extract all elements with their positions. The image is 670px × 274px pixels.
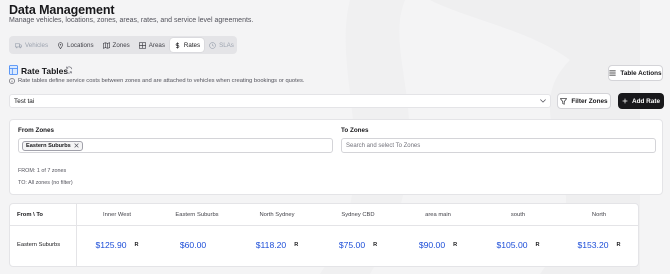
column-header: area main xyxy=(425,212,451,218)
rate-badge: R xyxy=(134,242,139,248)
rate-cell[interactable]: $60.00 xyxy=(180,240,214,250)
grid-icon xyxy=(138,41,146,49)
tab-slas-label: SLAs xyxy=(219,41,234,49)
truck-icon xyxy=(15,42,22,48)
tab-vehicles-label: Vehicles xyxy=(25,41,49,49)
rate-cell[interactable]: $75.00 R xyxy=(339,240,377,250)
rate-badge: R xyxy=(616,242,621,248)
plus-icon xyxy=(622,98,628,104)
rates-grid: From \ To Inner West Eastern Suburbs Nor… xyxy=(9,203,639,267)
zone-chip: Eastern Suburbs xyxy=(22,140,83,151)
table-icon xyxy=(9,65,18,75)
rate-cell[interactable]: $125.90 R xyxy=(95,240,138,250)
table-actions-button[interactable]: Table Actions xyxy=(608,65,663,81)
filter-icon xyxy=(560,97,568,105)
tab-areas-label: Areas xyxy=(148,41,165,49)
info-icon xyxy=(9,78,15,84)
row-header: Eastern Suburbs xyxy=(17,242,61,248)
rate-cell[interactable]: $105.00 R xyxy=(496,240,539,250)
tab-zones[interactable]: Zones xyxy=(99,38,134,52)
close-icon[interactable] xyxy=(74,143,79,148)
rate-tables-description: Rate tables define service costs between… xyxy=(9,78,304,84)
column-header: North Sydney xyxy=(259,212,295,218)
rate-price: $118.20 xyxy=(255,240,287,250)
tab-bar: Vehicles Locations Zones Areas Rates SLA… xyxy=(9,36,237,54)
rate-badge: R xyxy=(453,242,458,248)
tab-zones-label: Zones xyxy=(112,41,130,49)
rate-badge: R xyxy=(294,242,299,248)
page-title: Data Management xyxy=(9,3,115,17)
rate-tables-description-text: Rate tables define service costs between… xyxy=(18,78,305,84)
from-zone-count: FROM: 1 of 7 zones xyxy=(18,168,67,174)
column-header: Eastern Suburbs xyxy=(175,212,219,218)
column-header: Inner West xyxy=(103,212,131,218)
rate-table-select-value: Test tai xyxy=(14,97,35,105)
rate-table-select[interactable]: Test tai xyxy=(9,94,551,108)
column-header: Sydney CBD xyxy=(341,212,375,218)
tab-areas[interactable]: Areas xyxy=(135,38,169,52)
to-zones-label: To Zones xyxy=(341,127,369,134)
add-rate-label: Add Rate xyxy=(631,97,661,105)
tab-rates-label: Rates xyxy=(183,41,201,49)
to-zone-count: TO: All zones (no filter) xyxy=(18,180,73,186)
rates-grid-corner-label: From \ To xyxy=(17,212,43,218)
tab-locations-label: Locations xyxy=(67,41,94,49)
tab-rates[interactable]: Rates xyxy=(169,38,205,52)
table-actions-label: Table Actions xyxy=(620,69,662,77)
map-icon xyxy=(102,41,110,49)
page-subtitle: Manage vehicles, locations, zones, areas… xyxy=(9,17,254,24)
to-zones-placeholder: Search and select To Zones xyxy=(346,142,421,149)
rate-tables-title: Rate Tables xyxy=(21,66,69,76)
zone-filter-panel: From Zones To Zones Eastern Suburbs Sear… xyxy=(9,119,663,195)
column-header: south xyxy=(510,212,526,218)
refresh-icon[interactable] xyxy=(65,66,73,74)
dollar-icon xyxy=(175,41,180,49)
rate-price: $153.20 xyxy=(577,240,609,250)
chevron-down-icon xyxy=(540,99,546,103)
from-zones-input[interactable]: Eastern Suburbs xyxy=(18,138,333,153)
rate-badge: R xyxy=(535,242,540,248)
rate-price: $125.90 xyxy=(95,240,127,250)
add-rate-button[interactable]: Add Rate xyxy=(618,93,664,109)
rate-badge: R xyxy=(373,242,378,248)
map-pin-icon xyxy=(58,41,63,49)
rate-cell[interactable]: $90.00 R xyxy=(419,240,457,250)
menu-icon xyxy=(609,70,617,76)
rate-price: $75.00 xyxy=(338,240,366,250)
from-zones-label: From Zones xyxy=(18,127,55,134)
rate-price: $90.00 xyxy=(418,240,446,250)
rate-cell[interactable]: $118.20 R xyxy=(256,240,298,250)
tab-locations[interactable]: Locations xyxy=(53,38,98,52)
rate-price: $60.00 xyxy=(179,240,207,250)
rates-grid-corner: From \ To xyxy=(10,204,77,266)
rate-price: $105.00 xyxy=(496,240,528,250)
tab-slas[interactable]: SLAs xyxy=(205,38,238,52)
zone-chip-label: Eastern Suburbs xyxy=(26,142,71,149)
to-zones-input[interactable]: Search and select To Zones xyxy=(341,138,656,153)
filter-zones-button[interactable]: Filter Zones xyxy=(557,93,611,109)
filter-zones-label: Filter Zones xyxy=(571,97,608,105)
tab-vehicles[interactable]: Vehicles xyxy=(11,38,52,52)
rate-cell[interactable]: $153.20 R xyxy=(577,240,620,250)
column-header: North xyxy=(591,212,607,218)
clock-icon xyxy=(209,41,216,49)
